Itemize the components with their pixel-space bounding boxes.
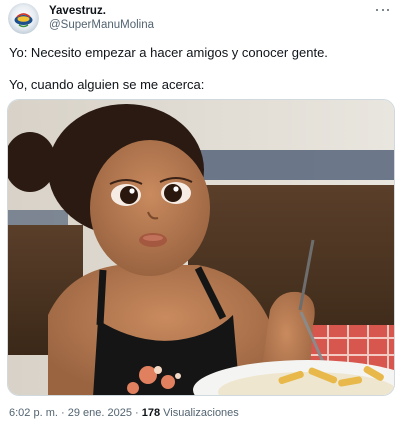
tweet-line-1: Yo: Necesito empezar a hacer amigos y co…: [9, 45, 328, 60]
photo-child-eating: [8, 100, 394, 395]
avatar-image: [8, 3, 39, 34]
tweet-time[interactable]: 6:02 p. m.: [9, 407, 58, 419]
view-count: 178: [141, 407, 161, 419]
more-horizontal-icon[interactable]: [376, 3, 390, 17]
tweet-header: Yavestruz. @SuperManuMolina: [8, 3, 392, 35]
avatar[interactable]: [8, 3, 39, 34]
tweet: Yavestruz. @SuperManuMolina Yo: Necesito…: [0, 0, 400, 426]
user-handle[interactable]: @SuperManuMolina: [49, 18, 154, 33]
tweet-date[interactable]: 29 ene. 2025: [68, 407, 132, 419]
view-label: Visualizaciones: [163, 407, 239, 419]
tweet-photo[interactable]: [7, 99, 395, 396]
author-names: Yavestruz. @SuperManuMolina: [49, 4, 154, 33]
meta-separator: ·: [60, 407, 65, 419]
tweet-meta: 6:02 p. m. · 29 ene. 2025 · 178 Visualiz…: [9, 406, 239, 420]
meta-separator: ·: [135, 407, 139, 419]
display-name[interactable]: Yavestruz.: [49, 4, 154, 18]
tweet-line-2: Yo, cuando alguien se me acerca:: [9, 77, 205, 92]
